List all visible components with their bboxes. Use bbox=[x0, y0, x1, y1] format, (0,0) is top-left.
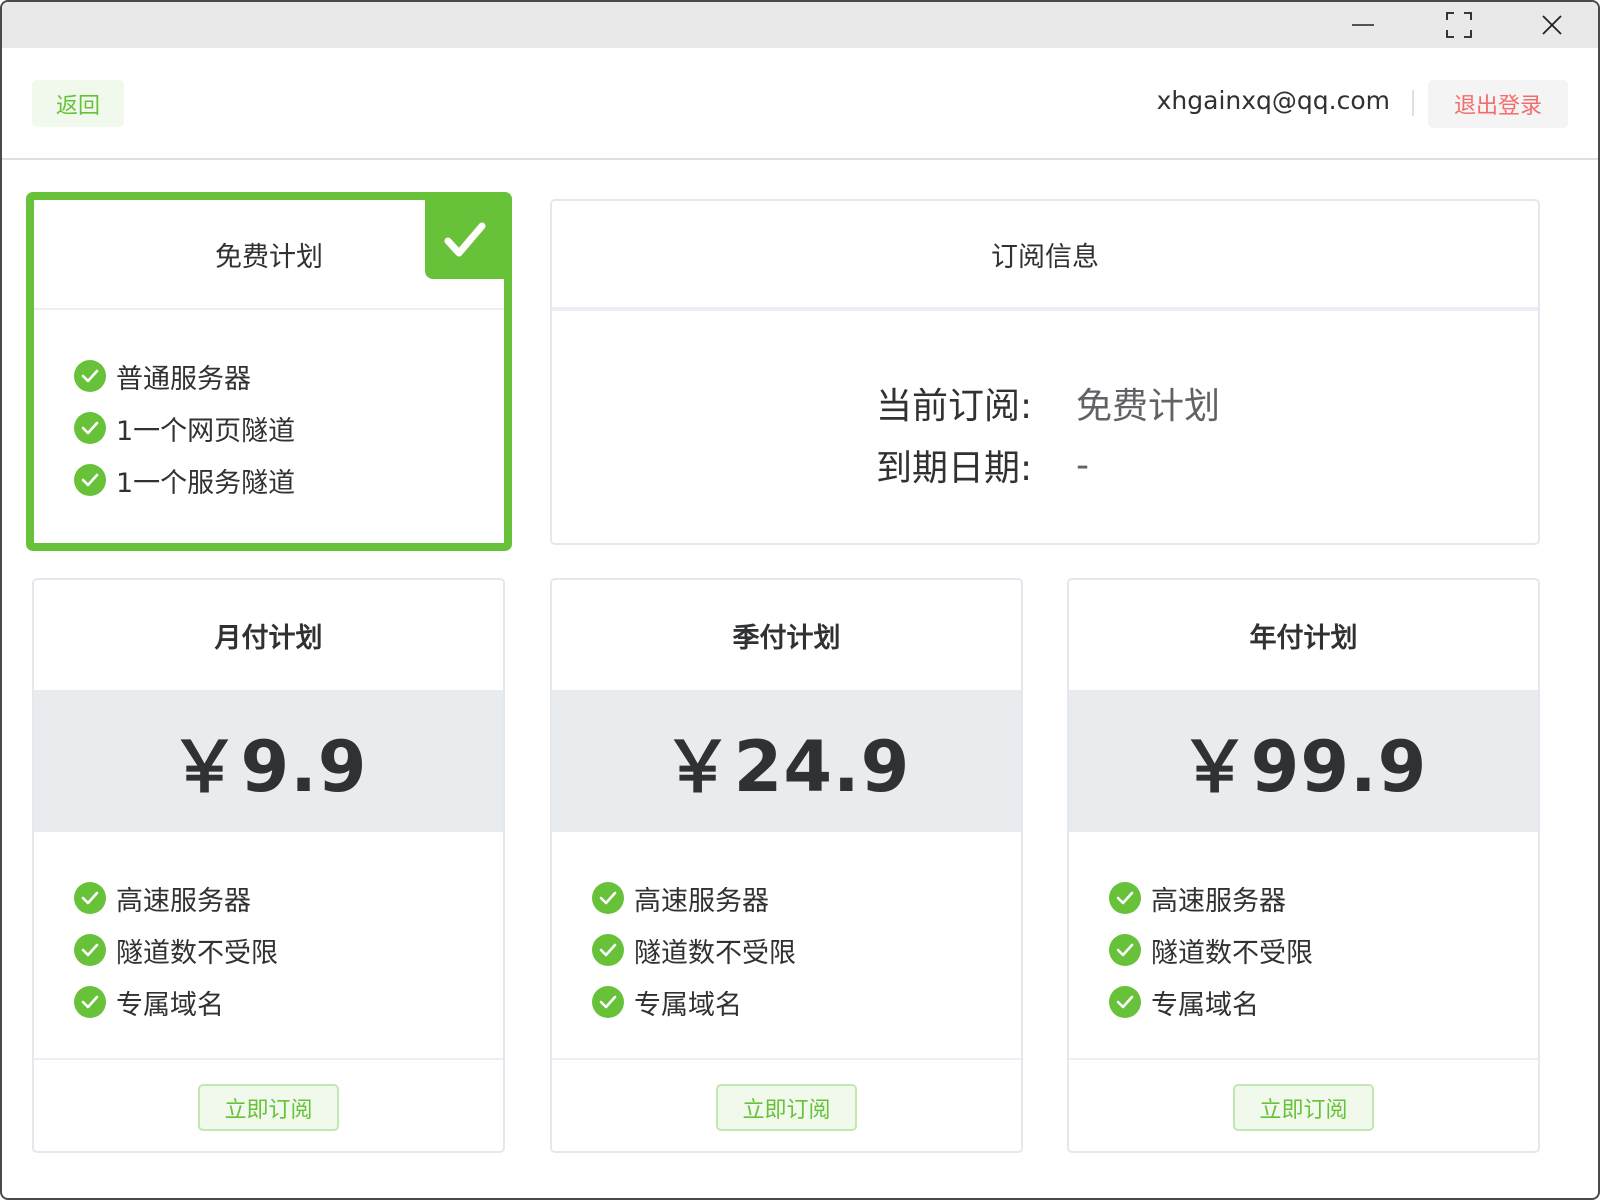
current-subscription-label: 当前订阅: bbox=[876, 386, 1033, 427]
check-circle-icon bbox=[592, 986, 624, 1018]
list-item: 隧道数不受限 bbox=[592, 924, 1021, 976]
feature-label: 隧道数不受限 bbox=[634, 937, 796, 969]
plan-features: 高速服务器 隧道数不受限 专属域名 bbox=[552, 832, 1021, 1060]
subscribe-quarterly-button[interactable]: 立即订阅 bbox=[716, 1084, 857, 1131]
check-circle-icon bbox=[1109, 882, 1141, 914]
back-button[interactable]: 返回 bbox=[32, 80, 124, 127]
check-circle-icon bbox=[74, 986, 106, 1018]
list-item: 隧道数不受限 bbox=[74, 924, 503, 976]
check-circle-icon bbox=[1109, 934, 1141, 966]
maximize-icon bbox=[1446, 12, 1472, 38]
feature-label: 高速服务器 bbox=[634, 885, 769, 917]
check-circle-icon bbox=[74, 412, 106, 444]
plan-footer: 立即订阅 bbox=[1069, 1060, 1538, 1131]
list-item: 专属域名 bbox=[1109, 976, 1538, 1028]
feature-label: 专属域名 bbox=[116, 989, 224, 1021]
feature-label: 1一个服务隧道 bbox=[116, 467, 296, 499]
free-plan-title: 免费计划 bbox=[215, 241, 323, 273]
minimize-icon bbox=[1352, 24, 1374, 26]
app-window: 返回 xhgainxq@qq.com 退出登录 免费计划 普通服务器 1一个网页… bbox=[0, 0, 1600, 1200]
plan-footer: 立即订阅 bbox=[552, 1060, 1021, 1131]
plan-price: ￥24.9 bbox=[662, 725, 911, 808]
plan-header: 年付计划 bbox=[1069, 580, 1538, 690]
check-circle-icon bbox=[592, 934, 624, 966]
checkmark-icon bbox=[444, 222, 485, 256]
expiry-date-value: - bbox=[1076, 444, 1089, 486]
free-plan-features: 普通服务器 1一个网页隧道 1一个服务隧道 bbox=[34, 310, 504, 506]
list-item: 高速服务器 bbox=[592, 872, 1021, 924]
expiry-date-row: 到期日期: - bbox=[876, 439, 1089, 491]
check-circle-icon bbox=[74, 882, 106, 914]
subscribe-monthly-button[interactable]: 立即订阅 bbox=[198, 1084, 339, 1131]
subscription-info-card: 订阅信息 当前订阅: 免费计划 到期日期: - bbox=[550, 199, 1540, 545]
list-item: 1一个服务隧道 bbox=[74, 454, 504, 506]
current-subscription-row: 当前订阅: 免费计划 bbox=[876, 377, 1220, 429]
feature-label: 1一个网页隧道 bbox=[116, 415, 296, 447]
price-band: ￥24.9 bbox=[552, 690, 1021, 832]
feature-label: 隧道数不受限 bbox=[1151, 937, 1313, 969]
plan-header: 季付计划 bbox=[552, 580, 1021, 690]
check-circle-icon bbox=[1109, 986, 1141, 1018]
list-item: 普通服务器 bbox=[74, 350, 504, 402]
maximize-button[interactable] bbox=[1413, 2, 1505, 48]
check-circle-icon bbox=[74, 464, 106, 496]
subscribe-yearly-button[interactable]: 立即订阅 bbox=[1233, 1084, 1374, 1131]
subscription-info-title: 订阅信息 bbox=[991, 241, 1099, 273]
list-item: 专属域名 bbox=[592, 976, 1021, 1028]
plan-title: 月付计划 bbox=[214, 622, 323, 654]
close-icon bbox=[1542, 15, 1562, 35]
check-circle-icon bbox=[74, 360, 106, 392]
list-item: 隧道数不受限 bbox=[1109, 924, 1538, 976]
list-item: 1一个网页隧道 bbox=[74, 402, 504, 454]
feature-label: 专属域名 bbox=[1151, 989, 1259, 1021]
feature-label: 隧道数不受限 bbox=[116, 937, 278, 969]
plan-title: 季付计划 bbox=[732, 622, 841, 654]
feature-label: 高速服务器 bbox=[1151, 885, 1286, 917]
selected-badge bbox=[425, 200, 504, 279]
current-subscription-value: 免费计划 bbox=[1076, 386, 1221, 427]
expiry-date-label: 到期日期: bbox=[876, 448, 1033, 489]
logout-button[interactable]: 退出登录 bbox=[1428, 80, 1568, 128]
minimize-button[interactable] bbox=[1317, 2, 1409, 48]
divider bbox=[1412, 90, 1414, 116]
plan-features: 高速服务器 隧道数不受限 专属域名 bbox=[34, 832, 503, 1060]
list-item: 高速服务器 bbox=[1109, 872, 1538, 924]
list-item: 专属域名 bbox=[74, 976, 503, 1028]
plan-header: 月付计划 bbox=[34, 580, 503, 690]
yearly-plan-card: 年付计划 ￥99.9 高速服务器 隧道数不受限 专属域名 立即订阅 bbox=[1067, 578, 1540, 1153]
plan-features: 高速服务器 隧道数不受限 专属域名 bbox=[1069, 832, 1538, 1060]
free-plan-card[interactable]: 免费计划 普通服务器 1一个网页隧道 1一个服务隧道 bbox=[26, 192, 512, 551]
quarterly-plan-card: 季付计划 ￥24.9 高速服务器 隧道数不受限 专属域名 立即订阅 bbox=[550, 578, 1023, 1153]
top-header: 返回 xhgainxq@qq.com 退出登录 bbox=[2, 48, 1598, 160]
feature-label: 专属域名 bbox=[634, 989, 742, 1021]
user-email: xhgainxq@qq.com bbox=[1156, 86, 1390, 115]
plan-price: ￥9.9 bbox=[169, 725, 368, 808]
price-band: ￥9.9 bbox=[34, 690, 503, 832]
close-window-button[interactable] bbox=[1506, 2, 1598, 48]
plan-footer: 立即订阅 bbox=[34, 1060, 503, 1131]
plan-title: 年付计划 bbox=[1249, 622, 1358, 654]
feature-label: 普通服务器 bbox=[116, 363, 251, 395]
plan-price: ￥99.9 bbox=[1179, 725, 1428, 808]
check-circle-icon bbox=[592, 882, 624, 914]
feature-label: 高速服务器 bbox=[116, 885, 251, 917]
check-circle-icon bbox=[74, 934, 106, 966]
title-bar bbox=[2, 2, 1598, 48]
list-item: 高速服务器 bbox=[74, 872, 503, 924]
monthly-plan-card: 月付计划 ￥9.9 高速服务器 隧道数不受限 专属域名 立即订阅 bbox=[32, 578, 505, 1153]
price-band: ￥99.9 bbox=[1069, 690, 1538, 832]
subscription-info-header: 订阅信息 bbox=[552, 201, 1538, 311]
